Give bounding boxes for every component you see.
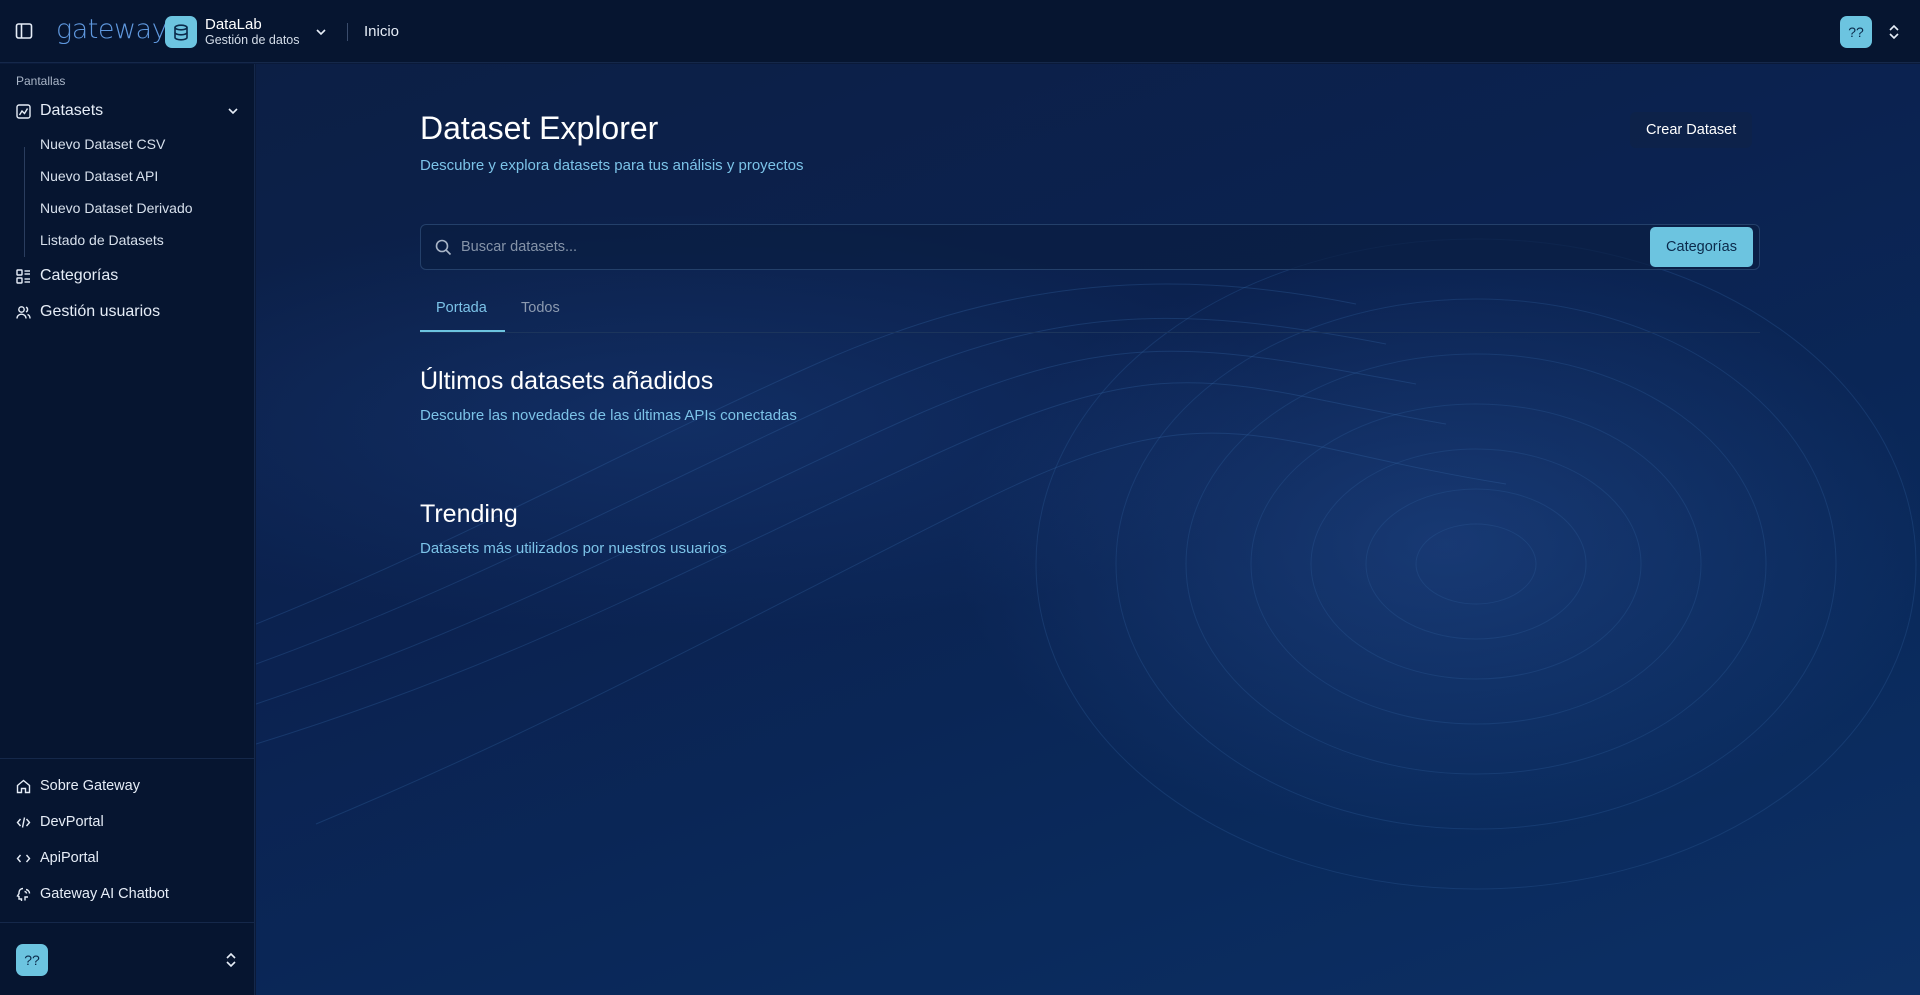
section-title-latest: Últimos datasets añadidos: [420, 367, 714, 395]
api-icon: [16, 854, 31, 862]
sidebar-item-datasets[interactable]: Datasets: [0, 95, 255, 127]
sidebar-subitem-listado[interactable]: Listado de Datasets: [40, 232, 164, 248]
submenu-guide-line: [24, 147, 25, 257]
section-subtitle-trending: Datasets más utilizados por nuestros usu…: [420, 540, 727, 557]
main-content: Dataset Explorer Descubre y explora data…: [256, 64, 1920, 995]
sidebar-divider: [0, 922, 255, 923]
database-icon: [165, 16, 197, 48]
sidebar-footer-chatbot[interactable]: Gateway AI Chatbot: [0, 878, 255, 910]
org-text: DataLab Gestión de datos: [205, 16, 300, 48]
sidebar-footer-apiportal[interactable]: ApiPortal: [0, 842, 255, 874]
background-contour-pattern: [256, 238, 1917, 890]
tabs-divider: [420, 332, 1760, 333]
sidebar-subitem-api[interactable]: Nuevo Dataset API: [40, 168, 158, 184]
sidebar-item-label: Categorías: [40, 267, 119, 284]
gateway-logo[interactable]: gateway: [56, 14, 168, 45]
sidebar-item-label: Gestión usuarios: [40, 303, 161, 320]
user-avatar[interactable]: ??: [1840, 16, 1872, 48]
sidebar-footer-label: Gateway AI Chatbot: [40, 886, 169, 902]
org-name: DataLab: [205, 16, 262, 34]
section-subtitle-latest: Descubre las novedades de las últimas AP…: [420, 407, 797, 424]
tab-portada[interactable]: Portada: [436, 300, 487, 316]
sidebar-footer-label: DevPortal: [40, 814, 104, 830]
sidebar: Pantallas Datasets Nuevo Dataset CSV Nue…: [0, 64, 255, 995]
nav-link-inicio[interactable]: Inicio: [364, 23, 399, 40]
chevron-down-icon[interactable]: [226, 104, 240, 118]
page-subtitle: Descubre y explora datasets para tus aná…: [420, 157, 804, 174]
sidebar-divider: [0, 758, 255, 759]
dataset-icon: [16, 103, 31, 119]
code-icon: [16, 816, 31, 828]
active-tab-indicator: [420, 330, 505, 332]
categories-button[interactable]: Categorías: [1650, 227, 1753, 267]
sidebar-section-label: Pantallas: [16, 74, 66, 88]
app-root: gateway DataLab Gestión de datos Inicio …: [0, 0, 1920, 995]
sidebar-item-label: Datasets: [40, 102, 104, 119]
chevron-updown-icon[interactable]: [224, 952, 238, 968]
sidebar-footer-label: Sobre Gateway: [40, 778, 140, 794]
sidebar-footer-devportal[interactable]: DevPortal: [0, 806, 255, 838]
chatbot-icon: [16, 887, 31, 901]
sidebar-item-gestion-usuarios[interactable]: Gestión usuarios: [0, 296, 255, 328]
sidebar-toggle-icon[interactable]: [15, 22, 33, 40]
sidebar-footer-label: ApiPortal: [40, 850, 99, 866]
tab-todos[interactable]: Todos: [521, 300, 560, 316]
chevron-down-icon: [315, 29, 326, 36]
sidebar-item-categorias[interactable]: Categorías: [0, 260, 255, 292]
section-title-trending: Trending: [420, 500, 518, 528]
chevron-updown-icon[interactable]: [1887, 24, 1901, 40]
home-icon: [16, 779, 31, 793]
sidebar-user-avatar[interactable]: ??: [16, 944, 48, 976]
sidebar-footer-sobre-gateway[interactable]: Sobre Gateway: [0, 770, 255, 802]
search-input[interactable]: [461, 225, 1611, 269]
users-icon: [16, 305, 31, 319]
page-title: Dataset Explorer: [420, 110, 659, 146]
org-switcher[interactable]: DataLab Gestión de datos: [165, 14, 328, 50]
search-bar: [420, 224, 1760, 270]
sidebar-subitem-derivado[interactable]: Nuevo Dataset Derivado: [40, 200, 193, 216]
categories-icon: [16, 268, 30, 284]
create-dataset-button[interactable]: Crear Dataset: [1630, 112, 1753, 148]
header-divider: [347, 23, 348, 41]
search-icon: [435, 239, 452, 256]
sidebar-subitem-csv[interactable]: Nuevo Dataset CSV: [40, 136, 165, 152]
org-subtitle: Gestión de datos: [205, 33, 300, 48]
top-header: gateway DataLab Gestión de datos Inicio …: [0, 0, 1920, 63]
